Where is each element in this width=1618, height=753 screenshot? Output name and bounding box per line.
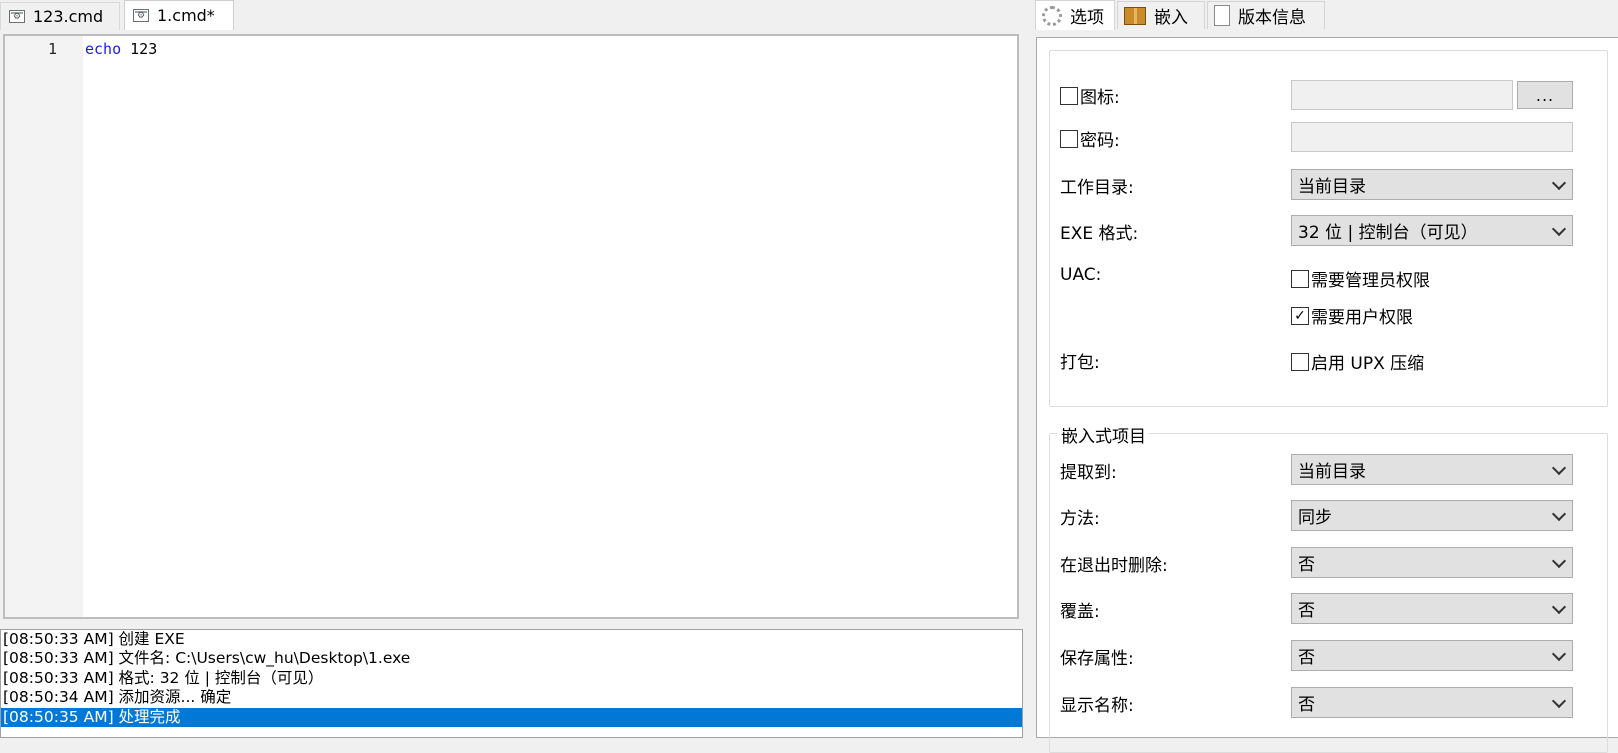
icon-path-field[interactable] (1291, 80, 1513, 110)
line-number: 1 (47, 40, 57, 58)
workdir-select[interactable]: 当前目录 (1291, 169, 1573, 200)
checkbox-box-checked[interactable]: ✓ (1291, 306, 1309, 325)
password-field[interactable] (1291, 122, 1573, 152)
checkbox-box[interactable] (1060, 129, 1078, 148)
extract-select-value: 当前目录 (1298, 462, 1366, 482)
uac-label: UAC: (1060, 265, 1102, 285)
settings-tab-bar: 选项 嵌入 版本信息 (1035, 0, 1618, 30)
tab-label: 1.cmd* (157, 6, 215, 25)
show-name-select[interactable]: 否 (1291, 687, 1573, 718)
workdir-label: 工作目录: (1060, 178, 1134, 198)
log-line-selected[interactable]: [08:50:35 AM] 处理完成 (1, 707, 1022, 727)
checkbox-box[interactable] (1291, 352, 1309, 371)
method-select-value: 同步 (1298, 508, 1332, 528)
tab-label: 选项 (1070, 8, 1104, 28)
tab-123-cmd[interactable]: 123.cmd (0, 2, 120, 30)
chevron-down-icon (1551, 553, 1567, 569)
pack-label: 打包: (1060, 353, 1100, 373)
tab-version-info[interactable]: 版本信息 (1207, 1, 1325, 29)
chevron-down-icon (1551, 460, 1567, 476)
keep-attributes-label: 保存属性: (1060, 649, 1134, 669)
output-log[interactable]: [08:50:33 AM] 创建 EXE [08:50:33 AM] 文件名: … (0, 629, 1023, 738)
tab-label: 嵌入 (1154, 8, 1188, 28)
keep-attributes-select-value: 否 (1298, 648, 1315, 668)
code-keyword: echo (85, 40, 122, 58)
log-line[interactable]: [08:50:33 AM] 格式: 32 位 | 控制台（可见） (1, 669, 1022, 688)
embedded-items-group: 嵌入式项目 提取到: 当前目录 方法: 同步 在退出时删除: 否 覆盖: 否 保… (1049, 422, 1608, 753)
upx-checkbox[interactable]: 启用 UPX 压缩 (1291, 349, 1424, 374)
log-line[interactable]: [08:50:33 AM] 文件名: C:\Users\cw_hu\Deskto… (1, 649, 1022, 668)
workdir-select-value: 当前目录 (1298, 177, 1366, 197)
document-icon (1214, 5, 1230, 26)
editor-tab-bar: 123.cmd 1.cmd* (0, 0, 1030, 30)
delete-on-exit-select[interactable]: 否 (1291, 547, 1573, 578)
exe-format-label: EXE 格式: (1060, 224, 1139, 244)
browse-icon-button[interactable]: ... (1517, 81, 1573, 109)
package-icon (1124, 6, 1146, 25)
chevron-down-icon (1551, 221, 1567, 237)
chevron-down-icon (1551, 646, 1567, 662)
keep-attributes-select[interactable]: 否 (1291, 640, 1573, 671)
tab-label: 版本信息 (1238, 8, 1306, 28)
checkbox-box[interactable] (1291, 269, 1309, 288)
uac-user-label: 需要用户权限 (1311, 308, 1413, 328)
code-argument: 123 (121, 40, 158, 58)
batch-file-icon (133, 9, 149, 22)
overwrite-select[interactable]: 否 (1291, 593, 1573, 624)
chevron-down-icon (1551, 175, 1567, 191)
checkbox-box[interactable] (1060, 86, 1078, 105)
uac-admin-label: 需要管理员权限 (1311, 271, 1430, 291)
tab-1-cmd[interactable]: 1.cmd* (124, 0, 234, 30)
password-checkbox-label: 密码: (1080, 131, 1120, 151)
icon-checkbox-label: 图标: (1080, 88, 1120, 108)
delete-on-exit-label: 在退出时删除: (1060, 556, 1168, 576)
exe-format-select-value: 32 位 | 控制台（可见） (1298, 223, 1478, 243)
options-panel: 图标: ... 密码: 工作目录: 当前目录 EXE 格式: 32 位 | 控制… (1036, 37, 1618, 753)
exe-format-select[interactable]: 32 位 | 控制台（可见） (1291, 215, 1573, 246)
tab-options[interactable]: 选项 (1035, 0, 1115, 30)
extract-select[interactable]: 当前目录 (1291, 454, 1573, 485)
show-name-label: 显示名称: (1060, 696, 1134, 716)
overwrite-select-value: 否 (1298, 601, 1315, 621)
tab-label: 123.cmd (33, 7, 104, 26)
extract-label: 提取到: (1060, 463, 1117, 483)
line-number-gutter: 1 (5, 36, 83, 617)
chevron-down-icon (1551, 693, 1567, 709)
method-select[interactable]: 同步 (1291, 500, 1573, 531)
code-line[interactable]: echo 123 (85, 40, 157, 58)
upx-label: 启用 UPX 压缩 (1311, 354, 1425, 374)
log-line[interactable]: [08:50:34 AM] 添加资源... 确定 (1, 688, 1022, 707)
log-line[interactable]: [08:50:33 AM] 创建 EXE (1, 630, 1022, 649)
uac-user-checkbox[interactable]: ✓ 需要用户权限 (1291, 303, 1413, 328)
chevron-down-icon (1551, 506, 1567, 522)
password-checkbox[interactable]: 密码: (1060, 126, 1120, 151)
method-label: 方法: (1060, 509, 1100, 529)
icon-checkbox[interactable]: 图标: (1060, 83, 1120, 108)
delete-on-exit-select-value: 否 (1298, 555, 1315, 575)
overwrite-label: 覆盖: (1060, 602, 1100, 622)
embedded-items-legend: 嵌入式项目 (1058, 422, 1149, 447)
batch-file-icon (9, 10, 25, 23)
uac-admin-checkbox[interactable]: 需要管理员权限 (1291, 266, 1430, 291)
chevron-down-icon (1551, 599, 1567, 615)
options-group: 图标: ... 密码: 工作目录: 当前目录 EXE 格式: 32 位 | 控制… (1049, 50, 1608, 407)
show-name-select-value: 否 (1298, 695, 1315, 715)
tab-embed[interactable]: 嵌入 (1117, 1, 1205, 29)
code-editor[interactable]: 1 echo 123 (3, 34, 1019, 619)
gear-icon (1042, 5, 1062, 26)
